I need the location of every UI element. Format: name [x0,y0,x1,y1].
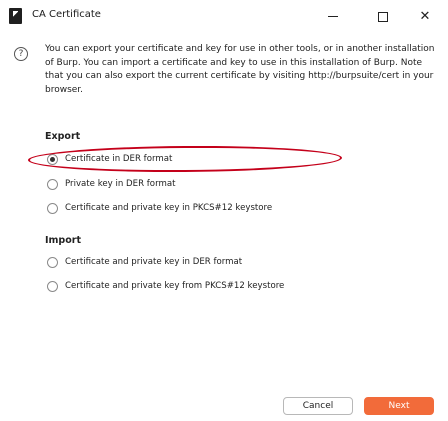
window-title: CA Certificate [32,9,101,20]
radio-button[interactable] [47,178,58,190]
title-bar: CA Certificate ✕ [0,0,448,33]
minimize-button[interactable] [310,0,356,33]
radio-label: Certificate and private key from PKCS#12… [65,281,285,291]
question-mark-icon: ? [14,47,28,61]
close-button[interactable]: ✕ [402,0,448,33]
next-button[interactable]: Next [364,397,434,415]
radio-option-import-der[interactable]: Certificate and private key in DER forma… [47,255,242,269]
close-icon: ✕ [419,9,431,24]
radio-label: Private key in DER format [65,179,176,189]
import-heading: Import [45,235,81,246]
radio-button[interactable] [47,256,58,268]
radio-label: Certificate in DER format [65,154,173,164]
radio-option-import-pkcs12[interactable]: Certificate and private key from PKCS#12… [47,279,284,293]
radio-button[interactable] [47,153,58,165]
radio-option-export-pkcs12[interactable]: Certificate and private key in PKCS#12 k… [47,201,272,215]
radio-option-export-key-der[interactable]: Private key in DER format [47,177,175,191]
radio-option-export-cert-der[interactable]: Certificate in DER format [47,152,172,166]
maximize-button[interactable] [360,0,406,33]
radio-label: Certificate and private key in DER forma… [65,257,243,267]
radio-button[interactable] [47,280,58,292]
export-heading: Export [45,131,81,142]
minimize-icon [328,16,338,17]
info-text: You can export your certificate and key … [45,44,435,95]
cancel-button[interactable]: Cancel [283,397,353,415]
radio-label: Certificate and private key in PKCS#12 k… [65,203,273,213]
burp-suite-app-icon [9,8,22,24]
maximize-icon [378,11,388,22]
radio-button[interactable] [47,202,58,214]
